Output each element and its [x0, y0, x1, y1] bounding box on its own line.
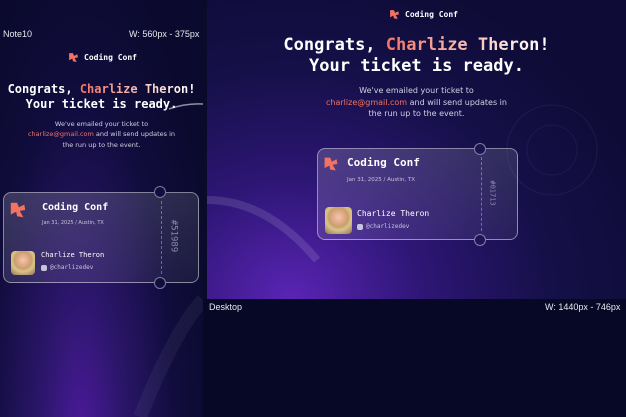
sub-line1: We've emailed your ticket to	[54, 120, 149, 128]
headline-pre: Congrats,	[283, 35, 386, 55]
desktop-label-strip: Desktop W: 1440px - 746px	[203, 299, 626, 417]
subtext: We've emailed your ticket to charlize@gm…	[0, 119, 203, 150]
conf-logo-icon	[69, 53, 78, 62]
email-link[interactable]: charlize@gmail.com	[28, 130, 94, 138]
ticket-date: Jan 31, 2025 / Austin, TX	[347, 177, 415, 183]
brand: Coding Conf	[68, 52, 137, 63]
decorative-underline	[168, 103, 203, 110]
subtext: We've emailed your ticket to charlize@gm…	[207, 85, 626, 120]
headline-line2: Your ticket is ready.	[309, 56, 524, 77]
headline-post: !	[539, 35, 550, 55]
ticket-handle: @charlizedev	[41, 264, 93, 271]
ticket-attendee: Charlize Theron	[357, 209, 430, 218]
size-label: W: 1440px - 746px	[545, 302, 621, 312]
mobile-preview: Note10 W: 560px - 375px Coding Conf Cong…	[0, 0, 203, 417]
ticket-attendee: Charlize Theron	[41, 251, 105, 259]
conf-logo-icon	[390, 10, 399, 19]
headline-post: !	[188, 82, 196, 96]
headline: Congrats, Charlize Theron! Your ticket i…	[207, 35, 626, 78]
desktop-preview: Coding Conf Congrats, Charlize Theron! Y…	[207, 0, 626, 299]
ticket-notch-top	[474, 143, 486, 155]
github-icon	[357, 223, 363, 230]
email-link[interactable]: charlize@gmail.com	[326, 98, 407, 107]
ticket-card: Coding Conf Jan 31, 2025 / Austin, TX Ch…	[3, 192, 199, 283]
conf-logo-icon	[10, 202, 26, 218]
sub-line3: the run up to the event.	[62, 140, 141, 149]
headline-name: Charlize Theron	[79, 82, 189, 96]
ticket-number: #01713	[488, 180, 497, 206]
ticket-card: Coding Conf Jan 31, 2025 / Austin, TX Ch…	[317, 148, 518, 240]
ticket-notch-bottom	[474, 234, 486, 246]
ticket-event-name: Coding Conf	[347, 156, 420, 169]
ticket-notch-top	[154, 186, 166, 198]
ticket-date: Jan 31, 2025 / Austin, TX	[42, 220, 104, 226]
sub-line3: the run up to the event.	[368, 109, 465, 119]
headline-pre: Congrats,	[7, 82, 80, 96]
ticket-notch-bottom	[154, 277, 166, 289]
avatar	[325, 207, 352, 234]
device-label: Desktop	[209, 302, 243, 312]
ticket-number: #51989	[168, 219, 179, 253]
ticket-divider	[481, 157, 482, 231]
ticket-handle: @charlizedev	[357, 223, 409, 230]
sub-line1: We've emailed your ticket to	[359, 86, 474, 95]
conf-logo-icon	[324, 157, 338, 171]
ticket-divider	[161, 201, 162, 274]
brand: Coding Conf	[389, 9, 458, 20]
brand-name: Coding Conf	[84, 53, 137, 62]
size-label: W: 560px - 375px	[129, 29, 200, 39]
brand-name: Coding Conf	[405, 10, 458, 19]
ticket-handle-text: @charlizedev	[50, 264, 94, 271]
ticket-handle-text: @charlizedev	[366, 223, 410, 230]
sub-line2: and will send updates in	[407, 97, 507, 107]
device-label: Note10	[3, 29, 33, 39]
headline-name: Charlize Theron	[385, 35, 540, 55]
avatar	[11, 251, 35, 275]
sub-line2: and will send updates in	[93, 130, 175, 139]
github-icon	[41, 264, 47, 271]
ticket-event-name: Coding Conf	[42, 202, 109, 213]
